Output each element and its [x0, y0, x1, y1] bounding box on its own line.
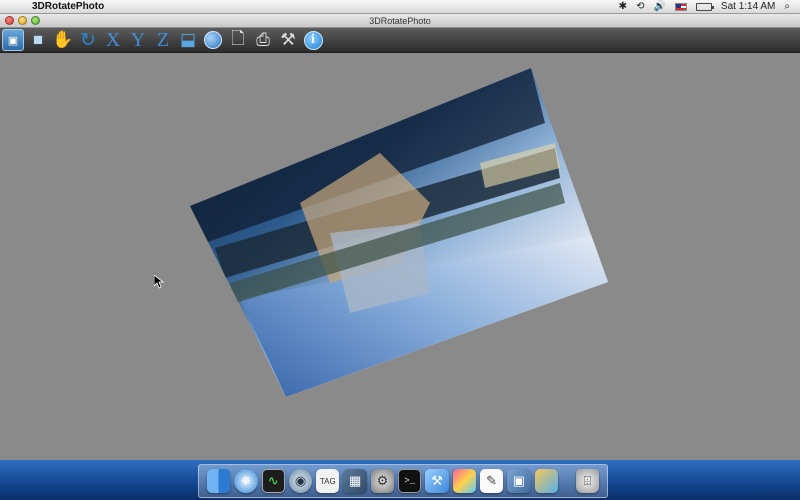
info-button[interactable]: i [302, 29, 324, 51]
flag-icon[interactable] [674, 2, 687, 11]
rotate-arrow-icon: ↻ [80, 29, 96, 51]
print-button[interactable]: ⎙ [252, 29, 274, 51]
globe-icon [204, 31, 222, 49]
rotate-y-label: Y [130, 28, 146, 51]
mouse-cursor-icon [154, 275, 164, 289]
zoom-window-button[interactable] [31, 16, 40, 25]
printer-icon: ⎙ [256, 30, 270, 49]
paint-app-dock-icon[interactable] [452, 469, 476, 493]
menu-extras: ✱ ⟲ 🔊 Sat 1:14 AM ⌕ [619, 1, 800, 12]
rotate-y-button[interactable]: Y [127, 29, 149, 51]
save-button[interactable]: ■ [27, 29, 49, 51]
rotate-button[interactable]: ↻ [77, 29, 99, 51]
window-controls [5, 16, 40, 25]
document-icon: 🗋 [231, 28, 245, 48]
floppy-disk-icon: ■ [32, 30, 44, 49]
open-photo-icon: ▣ [7, 34, 19, 47]
xcode-dock-icon[interactable]: ⚒ [425, 469, 449, 493]
minimize-window-button[interactable] [18, 16, 27, 25]
window-title: 3DRotatePhoto [369, 15, 431, 26]
rotated-photo[interactable] [0, 53, 800, 460]
clock[interactable]: Sat 1:14 AM [721, 1, 775, 12]
mosaic-app-dock-icon[interactable]: ▦ [343, 469, 367, 493]
tag-app-dock-icon[interactable]: TAG [316, 469, 340, 493]
terminal-dock-icon[interactable]: >_ [398, 469, 422, 493]
wrench-screwdriver-icon: ⚒ [280, 30, 296, 49]
photo-canvas[interactable] [0, 53, 800, 460]
layers-icon: ⬓ [179, 30, 197, 49]
open-photo-button[interactable]: ▣ [2, 29, 24, 51]
misc-app-dock-icon[interactable] [534, 469, 558, 493]
rotate-z-label: Z [156, 28, 170, 51]
activity-monitor-dock-icon[interactable]: ∿ [261, 469, 285, 493]
close-window-button[interactable] [5, 16, 14, 25]
layers-button[interactable]: ⬓ [177, 29, 199, 51]
textedit-dock-icon[interactable]: ✎ [479, 469, 504, 493]
pan-hand-button[interactable]: ✋ [52, 29, 74, 51]
system-preferences-dock-icon[interactable]: ⚙ [370, 469, 395, 493]
rotate-x-button[interactable]: X [102, 29, 124, 51]
safari-dock-icon[interactable]: ✵ [234, 469, 258, 493]
toolbar: ▣ ■ ✋ ↻ X Y Z ⬓ 🗋 ⎙ ⚒ i [0, 28, 800, 53]
finder-dock-icon[interactable] [207, 469, 231, 493]
network-utility-dock-icon[interactable]: ◉ [288, 469, 313, 493]
spotlight-icon[interactable]: ⌕ [784, 1, 790, 12]
info-icon: i [303, 30, 323, 50]
rotate-x-label: X [105, 28, 121, 51]
preview-dock-icon[interactable]: ▣ [507, 469, 531, 493]
rotate-z-button[interactable]: Z [152, 29, 174, 51]
menu-bar: 3DRotatePhoto ✱ ⟲ 🔊 Sat 1:14 AM ⌕ [0, 0, 800, 14]
globe-button[interactable] [202, 29, 224, 51]
app-menu-name[interactable]: 3DRotatePhoto [32, 1, 104, 12]
volume-icon[interactable]: 🔊 [653, 1, 665, 12]
dock: ✵ ∿ ◉ TAG ▦ ⚙ >_ ⚒ ✎ ▣ ⌹ [198, 464, 608, 498]
window-title-bar[interactable]: 3DRotatePhoto [0, 14, 800, 28]
document-button[interactable]: 🗋 [227, 29, 249, 51]
battery-icon[interactable] [695, 2, 714, 11]
tools-button[interactable]: ⚒ [277, 29, 299, 51]
trash-dock-icon[interactable]: ⌹ [575, 469, 600, 493]
bluetooth-icon[interactable]: ✱ [619, 1, 627, 12]
time-machine-icon[interactable]: ⟲ [636, 1, 644, 12]
hand-icon: ✋ [52, 30, 74, 49]
